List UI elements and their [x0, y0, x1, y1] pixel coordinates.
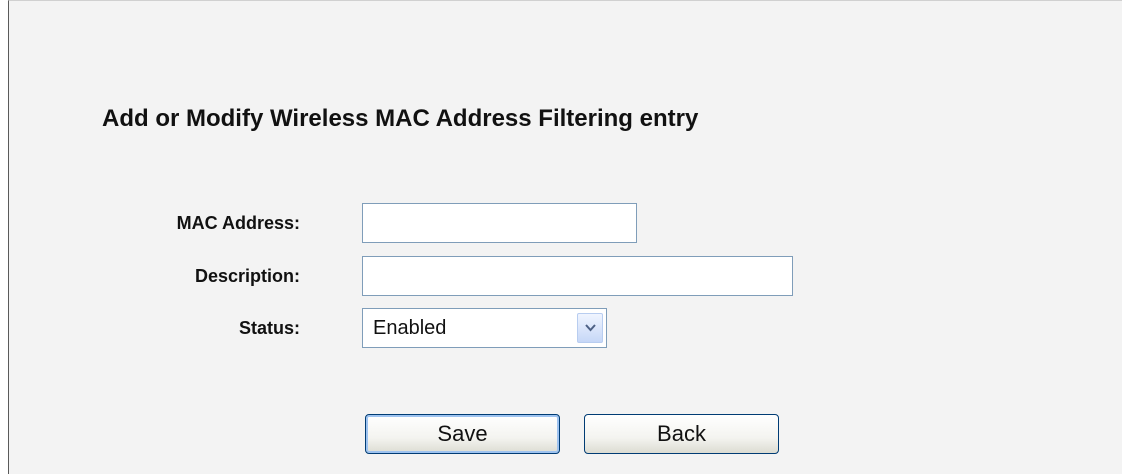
save-button[interactable]: Save: [365, 414, 560, 454]
back-button[interactable]: Back: [584, 414, 779, 454]
description-input[interactable]: [362, 256, 793, 296]
page-title: Add or Modify Wireless MAC Address Filte…: [102, 105, 699, 132]
chevron-down-icon[interactable]: [577, 313, 603, 343]
status-select[interactable]: Enabled: [362, 308, 607, 348]
description-label: Description:: [194, 266, 300, 286]
status-label: Status:: [238, 318, 300, 338]
status-selected-value: Enabled: [373, 317, 447, 339]
mac-address-label: MAC Address:: [176, 213, 300, 233]
filter-entry-panel: Add or Modify Wireless MAC Address Filte…: [8, 0, 1122, 474]
mac-address-input[interactable]: [362, 203, 637, 243]
